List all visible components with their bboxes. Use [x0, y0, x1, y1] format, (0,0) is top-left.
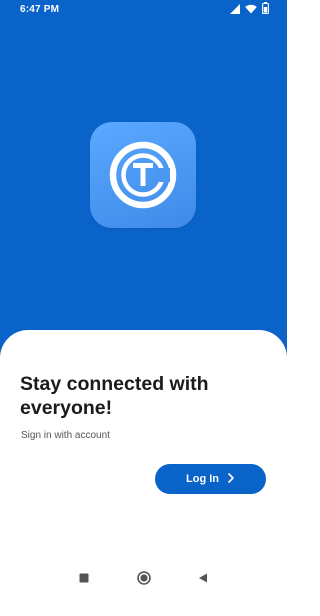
tc-circle-logo-icon [109, 141, 177, 209]
login-button[interactable]: Log In [155, 464, 266, 494]
system-nav-bar [0, 560, 287, 596]
hero-background: 6:47 PM [0, 0, 287, 360]
app-logo [90, 122, 196, 228]
status-icons [230, 1, 269, 19]
chevron-right-icon [227, 473, 235, 485]
login-screen: 6:47 PM Stay connected with everyone! Si… [0, 0, 287, 616]
battery-icon [262, 1, 269, 19]
signal-icon [230, 1, 240, 19]
home-icon[interactable] [137, 571, 151, 585]
subtitle: Sign in with account [21, 430, 110, 441]
login-button-label: Log In [186, 473, 219, 485]
recent-apps-icon[interactable] [77, 571, 91, 585]
wifi-icon [245, 1, 257, 19]
status-bar: 6:47 PM [0, 0, 287, 22]
back-icon[interactable] [196, 571, 210, 585]
status-time: 6:47 PM [20, 4, 60, 15]
headline: Stay connected with everyone! [20, 373, 209, 419]
